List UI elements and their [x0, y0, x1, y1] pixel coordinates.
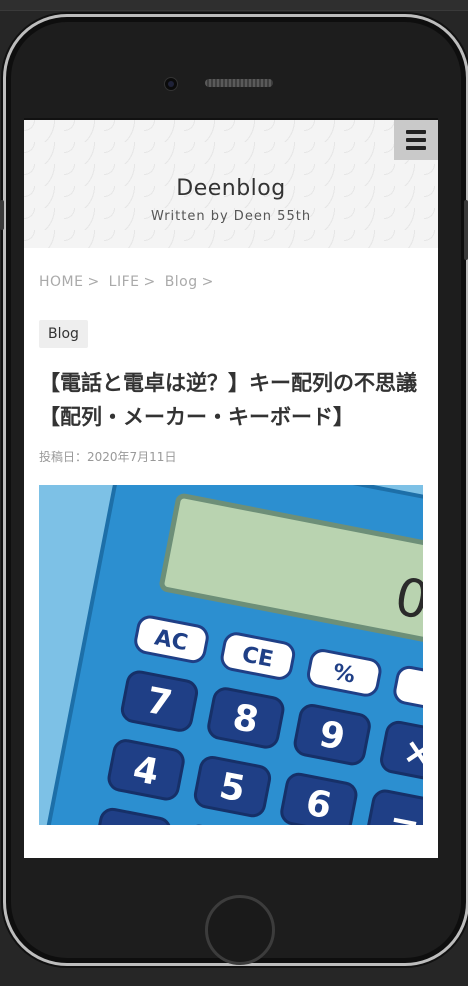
post-title: 【電話と電卓は逆？】キー配列の不思議【配列・メーカー・キーボード】: [39, 371, 417, 429]
site-title[interactable]: Deenblog: [24, 120, 438, 201]
hamburger-menu-icon[interactable]: [394, 120, 438, 160]
side-button-right[interactable]: [464, 200, 468, 260]
earpiece-speaker: [205, 79, 273, 87]
breadcrumb-home[interactable]: HOME: [39, 274, 83, 290]
site-header: Deenblog Written by Deen 55th: [24, 120, 438, 248]
site-subtitle: Written by Deen 55th: [150, 209, 312, 224]
post-date: 投稿日：2020年7月11日: [39, 450, 177, 464]
calculator-key-label: %: [331, 660, 357, 689]
breadcrumb-life[interactable]: LIFE: [109, 274, 140, 290]
breadcrumb: HOME > LIFE > Blog >: [39, 274, 438, 290]
breadcrumb-separator: >: [143, 274, 156, 290]
side-button-left[interactable]: [0, 200, 4, 230]
home-button[interactable]: [205, 895, 275, 965]
front-camera: [164, 77, 178, 91]
post-hero-image: 0 ACCE%÷789×456−12: [39, 485, 423, 825]
phone-screen: Deenblog Written by Deen 55th HOME > LIFE…: [24, 118, 438, 858]
browser-top-strip: [0, 0, 468, 11]
breadcrumb-separator: >: [87, 274, 100, 290]
category-tag[interactable]: Blog: [39, 320, 88, 348]
calculator-illustration: 0 ACCE%÷789×456−12: [39, 485, 423, 825]
breadcrumb-separator: >: [201, 274, 214, 290]
breadcrumb-blog[interactable]: Blog: [165, 274, 198, 290]
